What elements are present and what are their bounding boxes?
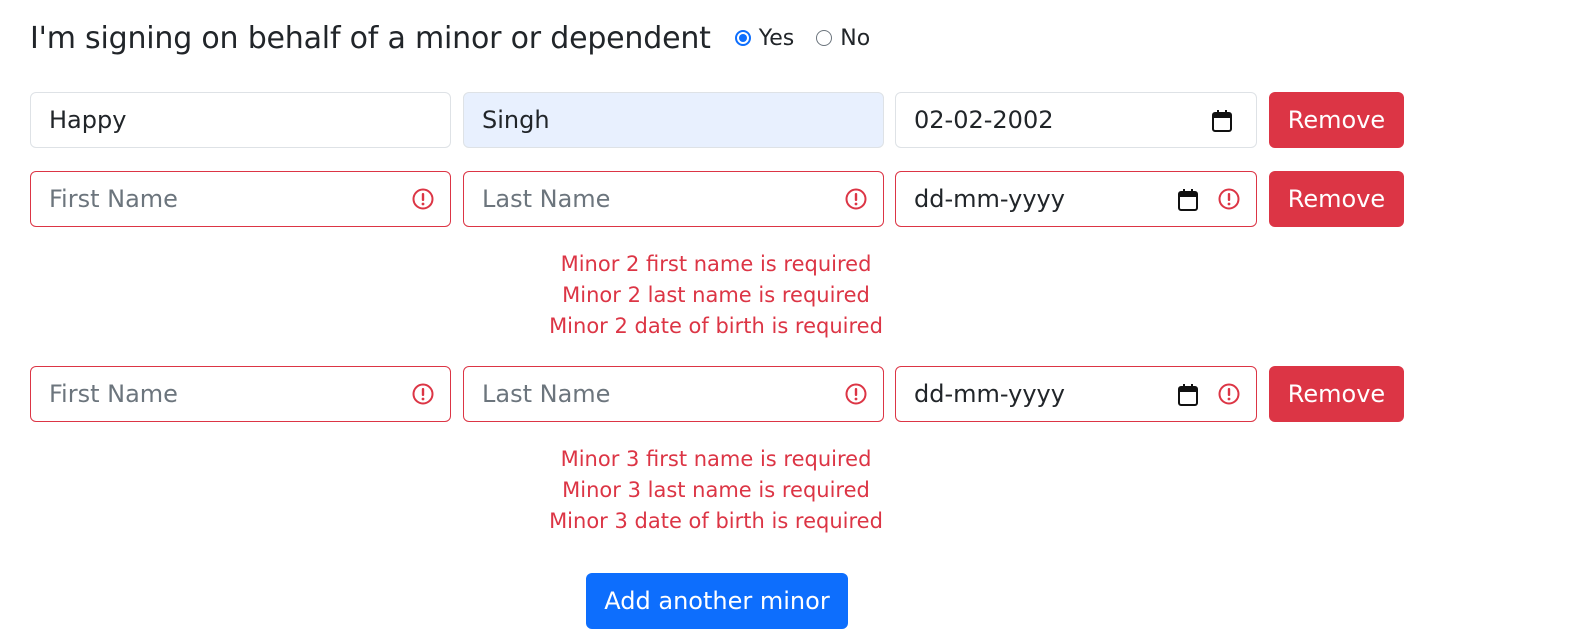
error-icon <box>1218 383 1240 405</box>
radio-yes-label: Yes <box>758 25 795 51</box>
radio-no-circle[interactable] <box>816 30 833 46</box>
minor-2-first-name-input[interactable]: First Name <box>30 171 451 227</box>
minor-3-last-name-input[interactable]: Last Name <box>463 366 884 422</box>
minor-3-first-name-input[interactable]: First Name <box>30 366 451 422</box>
minor-1-remove-button[interactable]: Remove <box>1269 92 1404 148</box>
page-title: I'm signing on behalf of a minor or depe… <box>30 20 711 56</box>
minor-2-dob-error: Minor 2 date of birth is required <box>549 314 883 338</box>
error-icon <box>412 383 434 405</box>
calendar-icon[interactable] <box>1178 189 1198 211</box>
minor-3-error-list: Minor 3 first name is required Minor 3 l… <box>430 444 1002 537</box>
minor-1-last-name-value: Singh <box>482 106 550 134</box>
minor-3-dob-placeholder: dd-mm-yyyy <box>914 380 1065 408</box>
minor-2-dob-placeholder: dd-mm-yyyy <box>914 185 1065 213</box>
minor-3-last-name-error: Minor 3 last name is required <box>562 478 870 502</box>
minor-3-remove-button[interactable]: Remove <box>1269 366 1404 422</box>
minor-2-remove-button[interactable]: Remove <box>1269 171 1404 227</box>
error-icon <box>845 383 867 405</box>
minor-1-first-name-value: Happy <box>49 106 127 134</box>
minor-signing-header: I'm signing on behalf of a minor or depe… <box>30 16 892 60</box>
radio-no[interactable]: No <box>816 26 870 51</box>
minor-3-dob-input[interactable]: dd-mm-yyyy <box>895 366 1257 422</box>
minor-2-first-name-error: Minor 2 first name is required <box>560 252 872 276</box>
minor-2-error-list: Minor 2 first name is required Minor 2 l… <box>430 249 1002 342</box>
minor-3-first-name-error: Minor 3 first name is required <box>560 447 872 471</box>
error-icon <box>1218 188 1240 210</box>
minor-2-last-name-input[interactable]: Last Name <box>463 171 884 227</box>
minor-1-dob-input[interactable]: 02-02-2002 <box>895 92 1257 148</box>
minor-1-last-name-input[interactable]: Singh <box>463 92 884 148</box>
minor-2-last-name-placeholder: Last Name <box>482 185 611 213</box>
radio-yes-circle[interactable] <box>734 30 751 46</box>
minor-1-dob-value: 02-02-2002 <box>914 106 1054 134</box>
radio-no-label: No <box>840 25 871 51</box>
minor-2-first-name-placeholder: First Name <box>49 185 178 213</box>
minor-2-last-name-error: Minor 2 last name is required <box>562 283 870 307</box>
calendar-icon[interactable] <box>1212 110 1232 132</box>
add-another-minor-button[interactable]: Add another minor <box>586 573 848 629</box>
calendar-icon[interactable] <box>1178 384 1198 406</box>
error-icon <box>845 188 867 210</box>
minor-3-first-name-placeholder: First Name <box>49 380 178 408</box>
minor-2-dob-input[interactable]: dd-mm-yyyy <box>895 171 1257 227</box>
radio-yes[interactable]: Yes <box>734 25 795 51</box>
error-icon <box>412 188 434 210</box>
minor-3-last-name-placeholder: Last Name <box>482 380 611 408</box>
minor-1-first-name-input[interactable]: Happy <box>30 92 451 148</box>
minor-3-dob-error: Minor 3 date of birth is required <box>549 509 883 533</box>
